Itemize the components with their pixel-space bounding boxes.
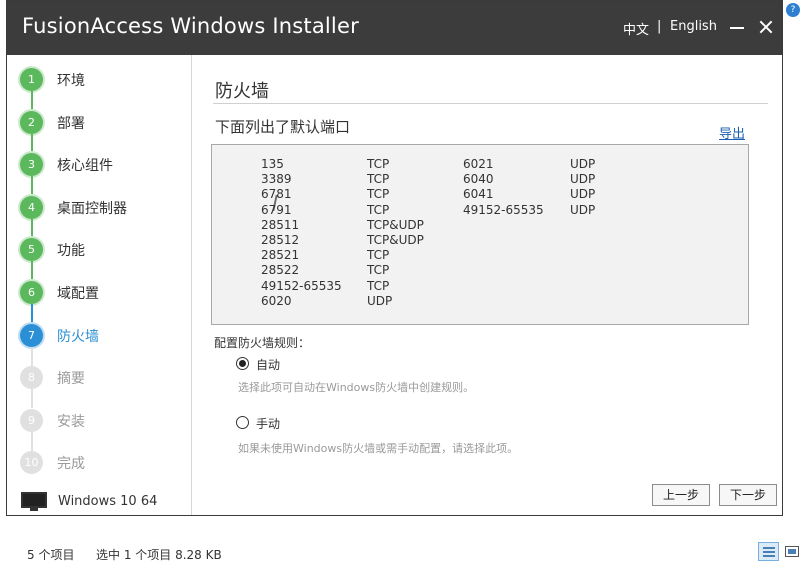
title-divider [213, 103, 768, 104]
sidebar-step-5[interactable]: 5 功能 [7, 228, 191, 270]
port-protocol: TCP [367, 248, 390, 263]
monitor-icon [21, 492, 47, 512]
port-column-right: 6021 6040 6041 49152-65535 [463, 157, 544, 218]
window-title: FusionAccess Windows Installer [22, 14, 359, 38]
step-label: 完成 [57, 456, 85, 473]
radio-manual-indicator[interactable] [236, 416, 249, 429]
sidebar-step-3[interactable]: 3 核心组件 [7, 143, 191, 185]
radio-auto-description: 选择此项可自动在Windows防火墙中创建规则。 [238, 381, 475, 394]
step-number-badge: 4 [20, 195, 43, 219]
screen: ? FusionAccess Windows Installer 中文 | En… [0, 0, 804, 563]
item-count: 5 个项目 [27, 548, 75, 562]
step-number-badge: 8 [20, 366, 43, 390]
step-number-badge: 6 [20, 281, 43, 304]
os-label: Windows 10 64 [58, 494, 158, 509]
port-number: 28511 [261, 217, 300, 232]
step-label: 核心组件 [57, 158, 113, 175]
main-panel: 防火墙 下面列出了默认端口 导出 135 3389 6781 6791 28511 285… [193, 55, 782, 515]
language-english-link[interactable]: English [670, 19, 717, 34]
port-number: 49152-65535 [463, 202, 544, 217]
step-label: 安装 [57, 413, 85, 430]
step-number-badge: 2 [20, 110, 43, 134]
step-label: 部署 [57, 115, 85, 132]
port-number: 6020 [261, 293, 292, 308]
details-view-icon[interactable] [758, 542, 779, 561]
port-protocol: TCP [367, 172, 390, 187]
port-column-left: 135 3389 6781 6791 28511 28512 28521 28522 49152… [261, 157, 342, 309]
protocol-column-left: TCP TCP TCP TCP TCP&UDP TCP&UDP TCP TCP TCP UDP [367, 157, 424, 309]
sidebar-step-9[interactable]: 9 安装 [7, 399, 191, 441]
step-number-badge: 1 [20, 68, 43, 91]
port-list[interactable]: 135 3389 6781 6791 28511 28512 28521 28522 49152… [211, 144, 749, 325]
sidebar-step-1[interactable]: 1 环境 [7, 58, 191, 100]
port-protocol: TCP&UDP [367, 217, 424, 232]
desktop-background [783, 0, 804, 516]
step-number-badge: 5 [20, 238, 43, 262]
os-info: Windows 10 64 [21, 489, 191, 515]
port-number: 49152-65535 [261, 278, 342, 293]
step-number-badge: 9 [20, 408, 43, 432]
port-protocol: TCP [367, 202, 390, 217]
step-label: 摘要 [57, 371, 85, 388]
radio-manual-label: 手动 [256, 417, 281, 431]
port-protocol: TCP [367, 187, 390, 202]
sidebar-step-8[interactable]: 8 摘要 [7, 356, 191, 398]
radio-manual[interactable]: 手动 [236, 413, 536, 433]
language-chinese-link[interactable]: 中文 [623, 19, 649, 38]
step-number-badge: 10 [20, 451, 43, 475]
close-button[interactable] [755, 15, 777, 39]
sidebar-step-2[interactable]: 2 部署 [7, 101, 191, 143]
title-bar[interactable]: FusionAccess Windows Installer 中文 | Engl… [7, 1, 782, 55]
sidebar-step-10[interactable]: 10 完成 [7, 441, 191, 483]
help-icon[interactable]: ? [786, 3, 800, 17]
port-protocol: UDP [367, 293, 393, 308]
radio-manual-description: 如果未使用Windows防火墙或需手动配置，请选择此项。 [238, 442, 519, 455]
next-button[interactable]: 下一步 [719, 484, 777, 506]
steps-sidebar: Windows 10 64 1 环境 2 部署 3 核心组件 4 桌面控制器 5 功能 6 域配置 7 防… [7, 55, 192, 515]
step-label: 防火墙 [57, 328, 99, 345]
sidebar-step-7[interactable]: 7 防火墙 [7, 314, 191, 356]
language-separator: | [657, 19, 662, 34]
port-number: 6781 [261, 187, 292, 202]
port-number: 6040 [463, 172, 494, 187]
port-number: 28512 [261, 232, 300, 247]
step-number-badge: 3 [20, 153, 43, 177]
port-number: 28521 [261, 248, 300, 263]
installer-window: FusionAccess Windows Installer 中文 | Engl… [6, 0, 783, 516]
step-label: 功能 [57, 243, 85, 260]
step-label: 域配置 [57, 286, 99, 302]
large-icons-view-icon[interactable] [784, 544, 800, 559]
firewall-rules-label: 配置防火墙规则： [214, 336, 311, 350]
radio-auto-indicator[interactable] [236, 357, 249, 370]
port-protocol: UDP [570, 157, 596, 171]
ports-heading: 下面列出了默认端口 [215, 118, 351, 136]
export-link[interactable]: 导出 [719, 123, 745, 142]
port-number: 3389 [261, 172, 292, 187]
selection-info: 选中 1 个项目 8.28 KB [96, 548, 222, 562]
explorer-status-bar: 5 个项目 选中 1 个项目 8.28 KB [0, 516, 804, 563]
sidebar-step-4[interactable]: 4 桌面控制器 [7, 186, 191, 228]
step-label: 环境 [57, 73, 85, 89]
port-number: 135 [261, 157, 284, 171]
port-protocol: TCP [367, 157, 390, 171]
port-protocol: TCP&UDP [367, 232, 424, 247]
port-protocol: UDP [570, 187, 596, 202]
step-label: 桌面控制器 [57, 200, 127, 217]
protocol-column-right: UDP UDP UDP UDP [570, 157, 595, 218]
port-number: 6041 [463, 187, 494, 202]
prev-button[interactable]: 上一步 [652, 484, 710, 506]
port-protocol: TCP [367, 263, 390, 278]
radio-auto-label: 自动 [256, 358, 281, 372]
radio-auto[interactable]: 自动 [236, 354, 536, 374]
page-title: 防火墙 [215, 81, 269, 102]
port-protocol: TCP [367, 278, 390, 293]
port-number: 28522 [261, 263, 300, 278]
step-number-badge: 7 [20, 323, 43, 347]
port-protocol: UDP [570, 202, 596, 217]
minimize-button[interactable] [727, 15, 747, 39]
sidebar-step-6[interactable]: 6 域配置 [7, 271, 191, 313]
port-number: 6021 [463, 157, 494, 171]
port-protocol: UDP [570, 172, 596, 187]
